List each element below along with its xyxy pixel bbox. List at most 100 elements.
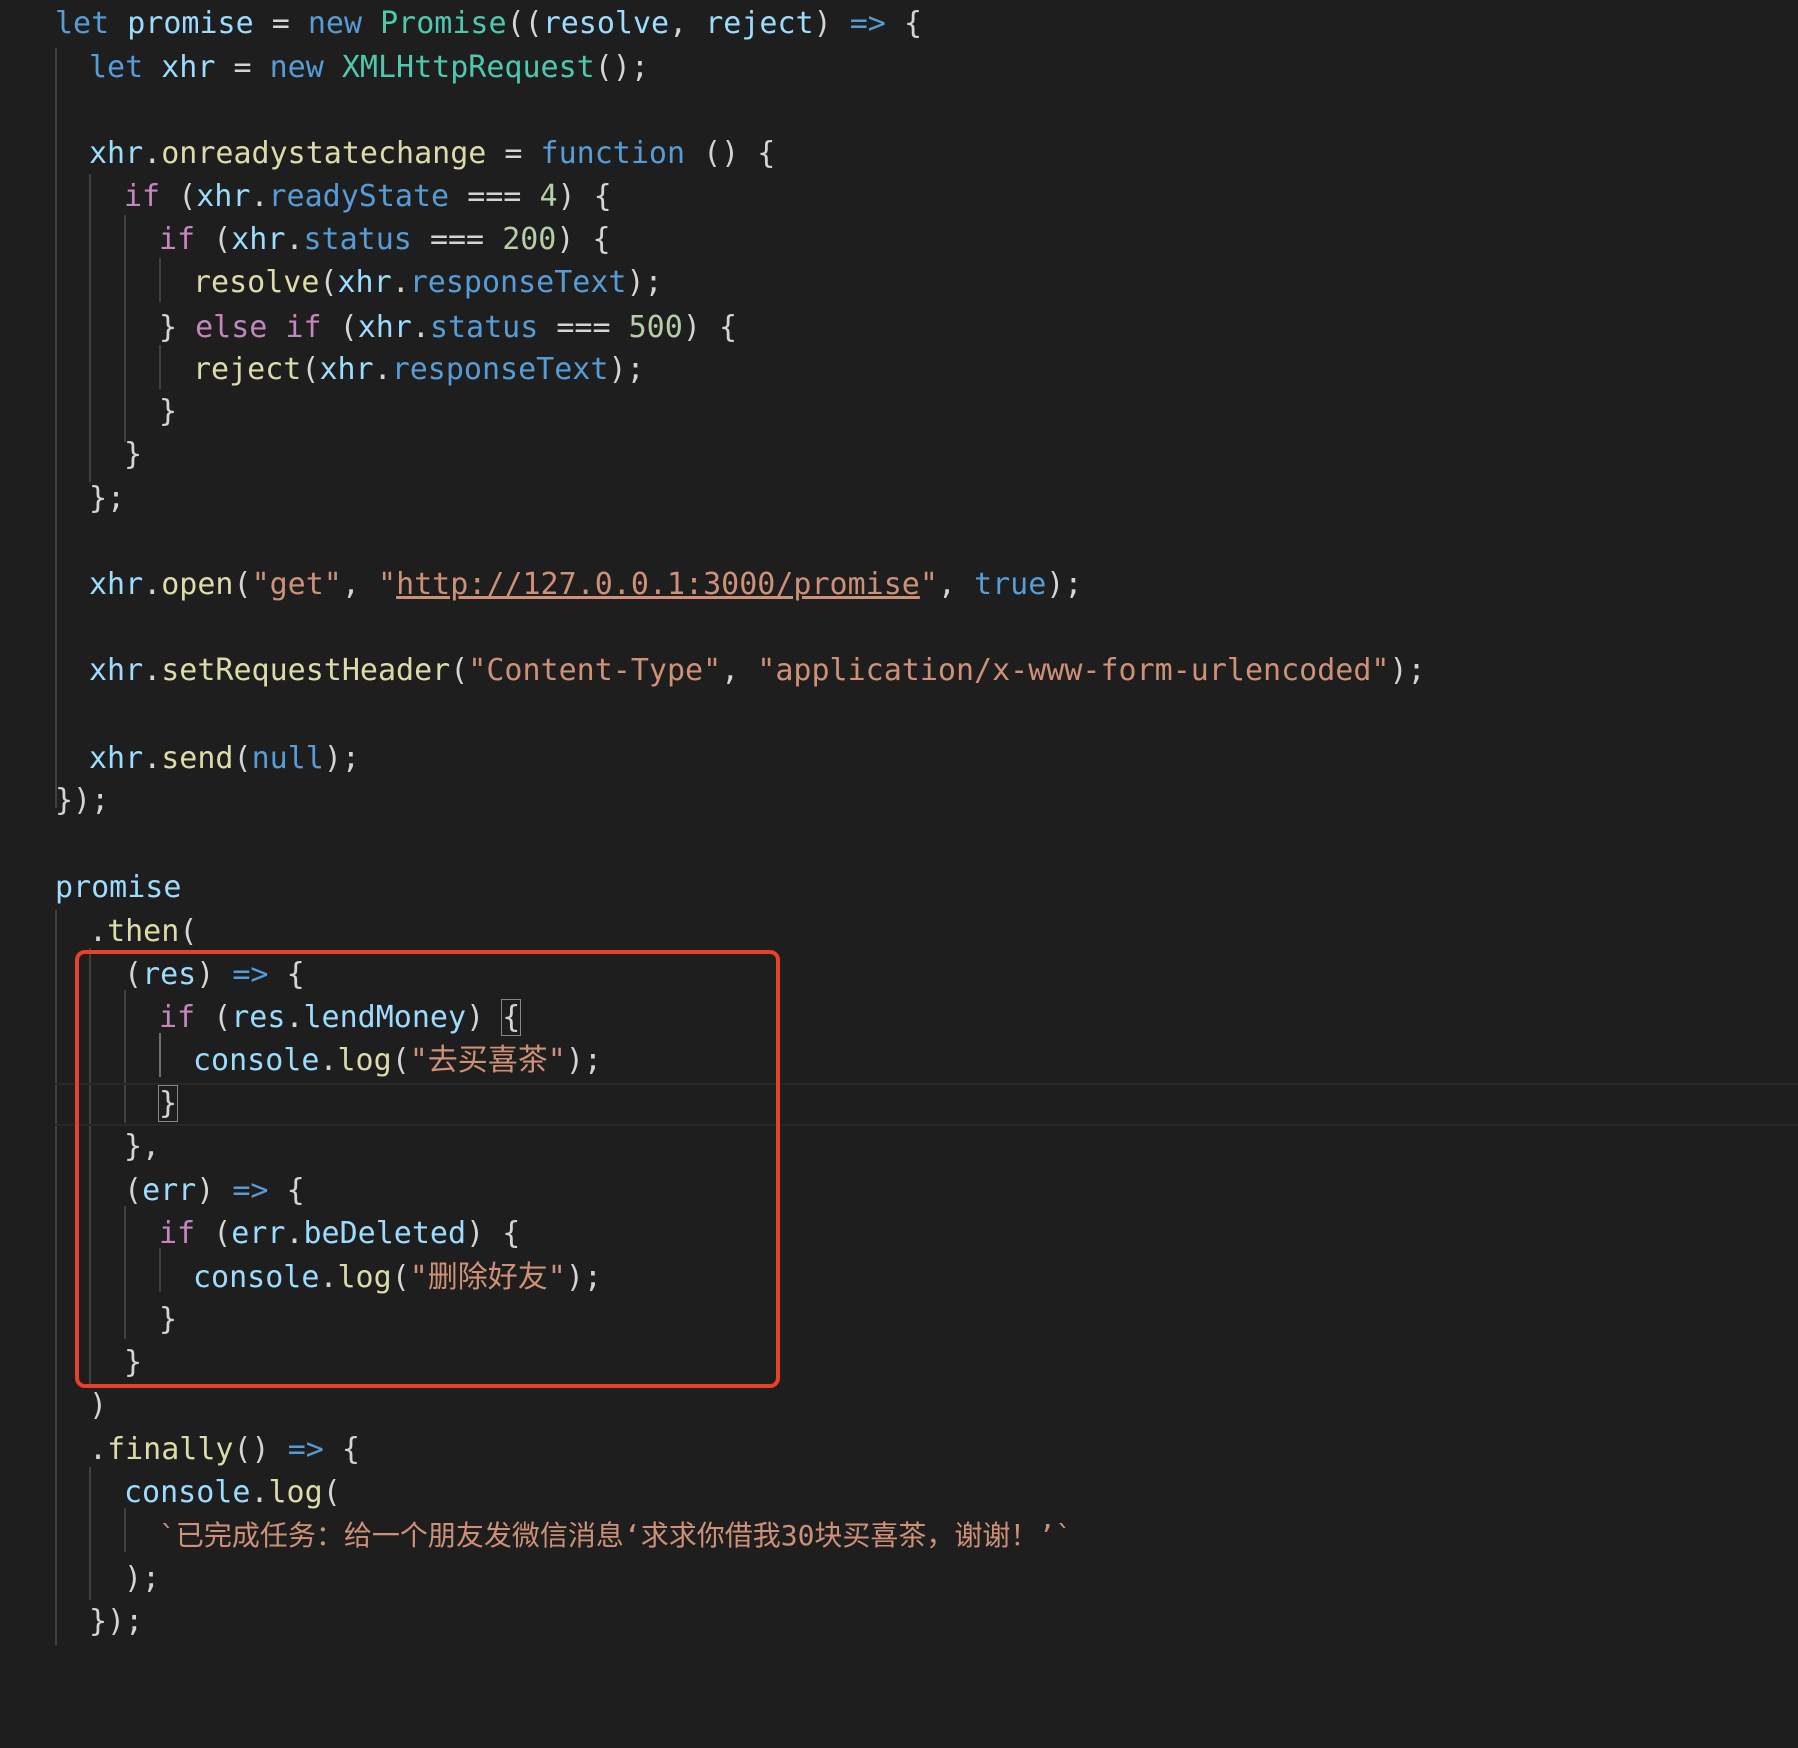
token: responseText	[391, 352, 609, 387]
token: );	[323, 741, 360, 776]
token: (	[322, 1475, 341, 1510]
token: )	[557, 179, 576, 214]
token: .	[391, 265, 410, 300]
token: null	[251, 741, 324, 776]
code-line[interactable]: );	[0, 1557, 1798, 1600]
token: {	[718, 310, 737, 345]
code-line[interactable]: `已完成任务：给一个朋友发微信消息‘求求你借我30块买喜茶，谢谢！’`	[0, 1514, 1798, 1557]
token: ((	[506, 6, 543, 41]
code-line[interactable]: xhr.setRequestHeader("Content-Type", "ap…	[0, 649, 1798, 692]
token: (	[213, 222, 232, 257]
token: new	[269, 50, 324, 85]
code-line[interactable]: resolve(xhr.responseText);	[0, 261, 1798, 304]
token: ===	[429, 222, 485, 257]
code-line[interactable]: xhr.open("get", "http://127.0.0.1:3000/p…	[0, 563, 1798, 606]
token: 500	[628, 310, 683, 345]
code-line[interactable]: } else if (xhr.status === 500) {	[0, 306, 1798, 349]
code-line[interactable]: .then(	[0, 910, 1798, 953]
code-line[interactable]: });	[0, 1600, 1798, 1643]
token: .	[143, 136, 162, 171]
token: xhr	[89, 741, 144, 776]
token: ,	[669, 6, 688, 41]
token: .	[250, 1475, 269, 1510]
token: reject	[705, 6, 814, 41]
url-link[interactable]: http://127.0.0.1:3000/promise	[396, 567, 920, 602]
token: .	[143, 567, 162, 602]
code-line[interactable]: reject(xhr.responseText);	[0, 348, 1798, 391]
token: responseText	[409, 265, 627, 300]
code-line[interactable]: promise	[0, 866, 1798, 909]
token: "Content-Type"	[468, 653, 722, 688]
token: );	[608, 352, 645, 387]
token: );	[626, 265, 663, 300]
token: readyState	[268, 179, 450, 214]
token: );	[1389, 653, 1426, 688]
code-line[interactable]: let promise = new Promise((resolve, reje…	[0, 2, 1798, 45]
token: {	[903, 6, 922, 41]
token: )	[556, 222, 575, 257]
token: (	[450, 653, 469, 688]
token: status	[429, 310, 539, 345]
token: send	[161, 741, 234, 776]
token: xhr	[319, 352, 374, 387]
code-line[interactable]: });	[0, 779, 1798, 822]
token: (	[178, 179, 197, 214]
code-line[interactable]: };	[0, 477, 1798, 520]
token: if	[285, 310, 322, 345]
token: ();	[594, 50, 649, 85]
code-line[interactable]: .finally() => {	[0, 1428, 1798, 1471]
token: ===	[556, 310, 611, 345]
token: )	[89, 1388, 108, 1423]
token: 4	[539, 179, 558, 214]
token: xhr	[89, 567, 144, 602]
token: (	[233, 567, 252, 602]
token: xhr	[357, 310, 412, 345]
token: if	[159, 222, 196, 257]
code-line[interactable]: xhr.onreadystatechange = function () {	[0, 132, 1798, 175]
token: {	[341, 1432, 360, 1467]
token: ,	[721, 653, 740, 688]
code-line[interactable]: if (xhr.status === 200) {	[0, 218, 1798, 261]
token: console	[124, 1475, 251, 1510]
code-line[interactable]: xhr.send(null);	[0, 737, 1798, 780]
token: =>	[849, 6, 886, 41]
token: open	[161, 567, 234, 602]
token: }	[159, 394, 178, 429]
token: .	[285, 222, 304, 257]
token: finally	[107, 1432, 234, 1467]
token: promise	[55, 870, 182, 905]
token: });	[55, 783, 110, 818]
code-line[interactable]: }	[0, 390, 1798, 433]
token: ,	[937, 567, 956, 602]
token: ()	[233, 1432, 270, 1467]
token: }	[159, 310, 178, 345]
code-editor[interactable]: let promise = new Promise((resolve, reje…	[0, 0, 1798, 1748]
code-line[interactable]: if (xhr.readyState === 4) {	[0, 175, 1798, 218]
token: let	[89, 50, 144, 85]
token: "application/x-www-form-urlencoded"	[757, 653, 1390, 688]
code-line[interactable]: )	[0, 1384, 1798, 1427]
token: xhr	[196, 179, 251, 214]
token: )	[682, 310, 701, 345]
token: )	[813, 6, 832, 41]
token: promise	[127, 6, 254, 41]
token: =	[233, 50, 252, 85]
token: resolve	[542, 6, 670, 41]
token: xhr	[231, 222, 286, 257]
token: if	[124, 179, 161, 214]
code-line[interactable]: }	[0, 433, 1798, 476]
token: onreadystatechange	[161, 136, 487, 171]
token: .	[411, 310, 430, 345]
token: {	[593, 179, 612, 214]
token: .	[89, 1432, 108, 1467]
token: (	[179, 914, 198, 949]
token: reject	[193, 352, 302, 387]
token: true	[974, 567, 1047, 602]
code-line[interactable]: console.log(	[0, 1471, 1798, 1514]
token: .	[89, 914, 108, 949]
token: });	[89, 1604, 144, 1639]
code-line[interactable]: let xhr = new XMLHttpRequest();	[0, 46, 1798, 89]
token: xhr	[161, 50, 216, 85]
token: ,	[341, 567, 360, 602]
token: then	[107, 914, 180, 949]
